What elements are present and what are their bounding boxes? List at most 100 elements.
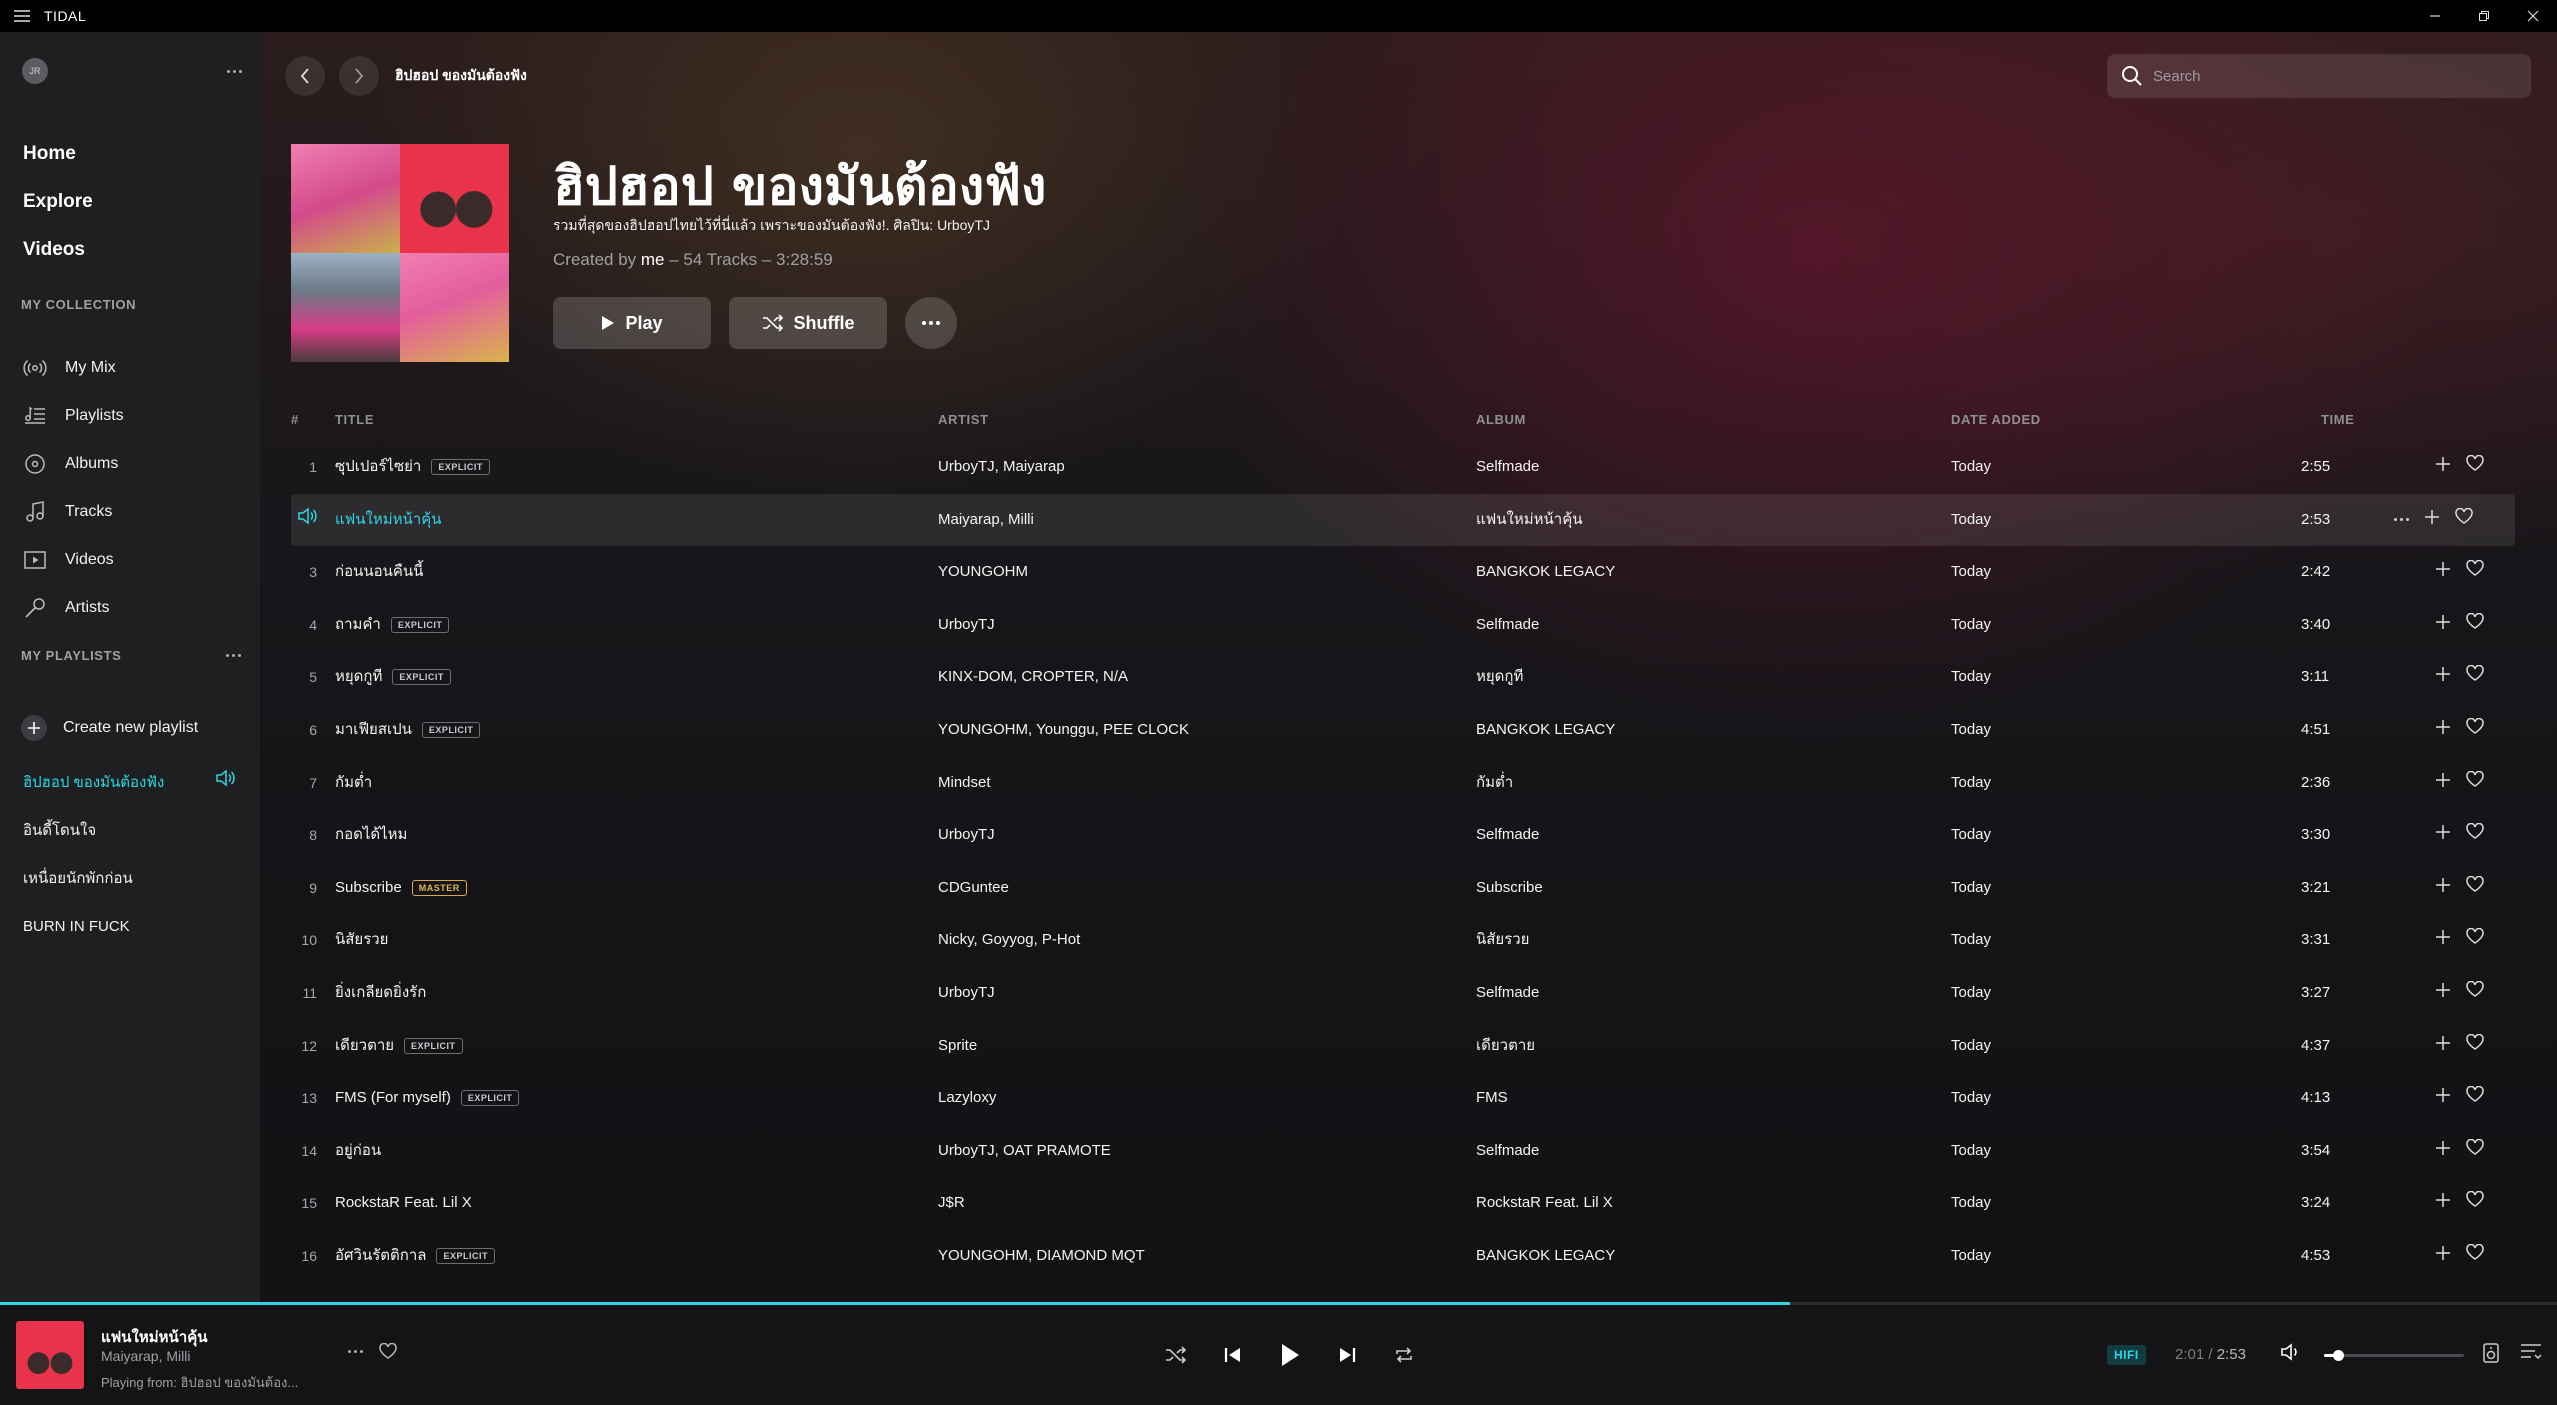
favorite-heart-icon[interactable] (2466, 1125, 2484, 1177)
minimize-icon[interactable] (2410, 0, 2459, 32)
add-to-playlist-icon[interactable] (2436, 651, 2450, 703)
output-device-icon[interactable] (2480, 1342, 2502, 1369)
now-playing-title[interactable]: แฟนใหม่หน้าคุ้น (101, 1325, 208, 1349)
table-row[interactable]: 4 ถามคำ EXPLICIT UrboyTJ Selfmade Today 3:40 (291, 599, 2515, 652)
add-to-playlist-icon[interactable] (2436, 1125, 2450, 1177)
sidebar-playlist-item[interactable]: ฮิปฮอป ของมันต้องฟัง (23, 759, 235, 807)
favorite-heart-icon[interactable] (2466, 862, 2484, 914)
track-album[interactable]: FMS (1476, 1072, 1508, 1124)
track-title[interactable]: ถามคำ (335, 599, 381, 651)
back-button[interactable] (285, 56, 325, 96)
nav-videos[interactable]: Videos (23, 226, 93, 274)
add-to-playlist-icon[interactable] (2436, 862, 2450, 914)
favorite-heart-icon[interactable] (2466, 546, 2484, 598)
table-row[interactable]: 14 อยู่ก่อน UrboyTJ, OAT PRAMOTE Selfmade To… (291, 1125, 2515, 1178)
playlist-more-button[interactable] (905, 297, 957, 349)
now-playing-artwork[interactable] (16, 1321, 84, 1389)
nav-explore[interactable]: Explore (23, 178, 93, 226)
track-title[interactable]: FMS (For myself) (335, 1072, 451, 1124)
favorite-heart-icon[interactable] (2466, 1177, 2484, 1229)
track-album[interactable]: Subscribe (1476, 862, 1543, 914)
collection-item-my-mix[interactable]: My Mix (21, 344, 124, 392)
track-artist[interactable]: YOUNGOHM (938, 546, 1028, 598)
forward-button[interactable] (339, 56, 379, 96)
track-title[interactable]: อยู่ก่อน (335, 1125, 381, 1177)
close-icon[interactable] (2508, 0, 2557, 32)
track-album[interactable]: นิสัยรวย (1476, 914, 1529, 966)
add-to-playlist-icon[interactable] (2436, 599, 2450, 651)
track-artist[interactable]: Maiyarap, Milli (938, 494, 1034, 546)
table-row[interactable]: 11 ยิ่งเกลียดยิ่งรัก UrboyTJ Selfmade Today 3… (291, 967, 2515, 1020)
favorite-heart-icon[interactable] (2466, 914, 2484, 966)
profile-more-icon[interactable] (227, 69, 242, 73)
quality-badge[interactable]: HIFI (2107, 1345, 2146, 1365)
track-title[interactable]: มาเฟียสเปน (335, 704, 412, 756)
add-to-playlist-icon[interactable] (2436, 1020, 2450, 1072)
track-album[interactable]: BANGKOK LEGACY (1476, 704, 1615, 756)
queue-icon[interactable] (2520, 1342, 2542, 1367)
favorite-heart-icon[interactable] (2466, 967, 2484, 1019)
track-title[interactable]: Subscribe (335, 862, 402, 914)
table-row[interactable]: 9 Subscribe MASTER CDGuntee Subscribe Today 3:… (291, 862, 2515, 915)
sidebar-playlist-item[interactable]: อินดี้โดนใจ (23, 807, 235, 855)
favorite-heart-icon[interactable] (2455, 494, 2473, 546)
favorite-heart-icon[interactable] (2466, 1020, 2484, 1072)
favorite-heart-icon[interactable] (2466, 651, 2484, 703)
track-album[interactable]: Selfmade (1476, 599, 1539, 651)
track-artist[interactable]: UrboyTJ (938, 809, 995, 861)
track-album[interactable]: RockstaR Feat. Lil X (1476, 1177, 1613, 1229)
col-header-title[interactable]: TITLE (335, 412, 374, 427)
track-album[interactable]: แฟนใหม่หน้าคุ้น (1476, 494, 1583, 546)
volume-slider[interactable] (2324, 1350, 2464, 1361)
track-artist[interactable]: CDGuntee (938, 862, 1009, 914)
track-artist[interactable]: YOUNGOHM, Younggu, PEE CLOCK (938, 704, 1189, 756)
shuffle-button[interactable]: Shuffle (729, 297, 887, 349)
favorite-heart-icon[interactable] (2466, 441, 2484, 493)
play-pause-button[interactable] (1261, 1335, 1318, 1375)
search-box[interactable] (2107, 54, 2531, 98)
collection-item-videos[interactable]: Videos (21, 536, 124, 584)
shuffle-toggle[interactable] (1147, 1335, 1204, 1375)
favorite-heart-icon[interactable] (2466, 1230, 2484, 1282)
table-row[interactable]: 6 มาเฟียสเปน EXPLICIT YOUNGOHM, Younggu, PE… (291, 704, 2515, 757)
table-row[interactable]: 15 RockstaR Feat. Lil X J$R RockstaR Feat. … (291, 1177, 2515, 1230)
table-row[interactable]: 10 นิสัยรวย Nicky, Goyyog, P-Hot นิสัยรวย To… (291, 914, 2515, 967)
track-title[interactable]: กอดได้ไหม (335, 809, 407, 861)
track-title[interactable]: RockstaR Feat. Lil X (335, 1177, 472, 1229)
add-to-playlist-icon[interactable] (2425, 494, 2439, 546)
heart-icon[interactable] (379, 1343, 397, 1359)
next-button[interactable] (1318, 1335, 1375, 1375)
track-artist[interactable]: Lazyloxy (938, 1072, 996, 1124)
track-title[interactable]: หยุดกูที (335, 651, 382, 703)
track-title[interactable]: ยิ่งเกลียดยิ่งรัก (335, 967, 426, 1019)
table-row[interactable]: 3 ก่อนนอนคืนนี้ YOUNGOHM BANGKOK LEGACY Toda… (291, 546, 2515, 599)
table-row[interactable]: 12 เดียวตาย EXPLICIT Sprite เดียวตาย Today 4:3… (291, 1020, 2515, 1073)
nav-home[interactable]: Home (23, 130, 93, 178)
previous-button[interactable] (1204, 1335, 1261, 1375)
now-playing-artist[interactable]: Maiyarap, Milli (101, 1348, 190, 1364)
track-title[interactable]: เดียวตาย (335, 1020, 394, 1072)
table-row[interactable]: 8 กอดได้ไหม UrboyTJ Selfmade Today 3:30 (291, 809, 2515, 862)
table-row[interactable]: แฟนใหม่หน้าคุ้น Maiyarap, Milli แฟนใหม่หน้… (291, 493, 2515, 547)
track-album[interactable]: กัมต่ำ (1476, 757, 1513, 809)
favorite-heart-icon[interactable] (2466, 1072, 2484, 1124)
track-artist[interactable]: Nicky, Goyyog, P-Hot (938, 914, 1080, 966)
create-playlist-button[interactable]: Create new playlist (21, 715, 198, 741)
track-artist[interactable]: YOUNGOHM, DIAMOND MQT (938, 1230, 1145, 1282)
track-album[interactable]: เดียวตาย (1476, 1020, 1535, 1072)
playing-from[interactable]: Playing from: ฮิปฮอป ของมันต้อง... (101, 1372, 298, 1393)
track-album[interactable]: BANGKOK LEGACY (1476, 1230, 1615, 1282)
track-title[interactable]: ซุปเปอร์ไซย่า (335, 441, 421, 493)
track-artist[interactable]: UrboyTJ (938, 967, 995, 1019)
restore-icon[interactable] (2459, 0, 2508, 32)
track-album[interactable]: Selfmade (1476, 441, 1539, 493)
add-to-playlist-icon[interactable] (2436, 809, 2450, 861)
favorite-heart-icon[interactable] (2466, 599, 2484, 651)
track-artist[interactable]: UrboyTJ, Maiyarap (938, 441, 1065, 493)
favorite-heart-icon[interactable] (2466, 757, 2484, 809)
track-title[interactable]: กัมต่ำ (335, 757, 372, 809)
track-album[interactable]: Selfmade (1476, 1125, 1539, 1177)
add-to-playlist-icon[interactable] (2436, 914, 2450, 966)
track-title[interactable]: แฟนใหม่หน้าคุ้น (335, 494, 442, 546)
add-to-playlist-icon[interactable] (2436, 757, 2450, 809)
